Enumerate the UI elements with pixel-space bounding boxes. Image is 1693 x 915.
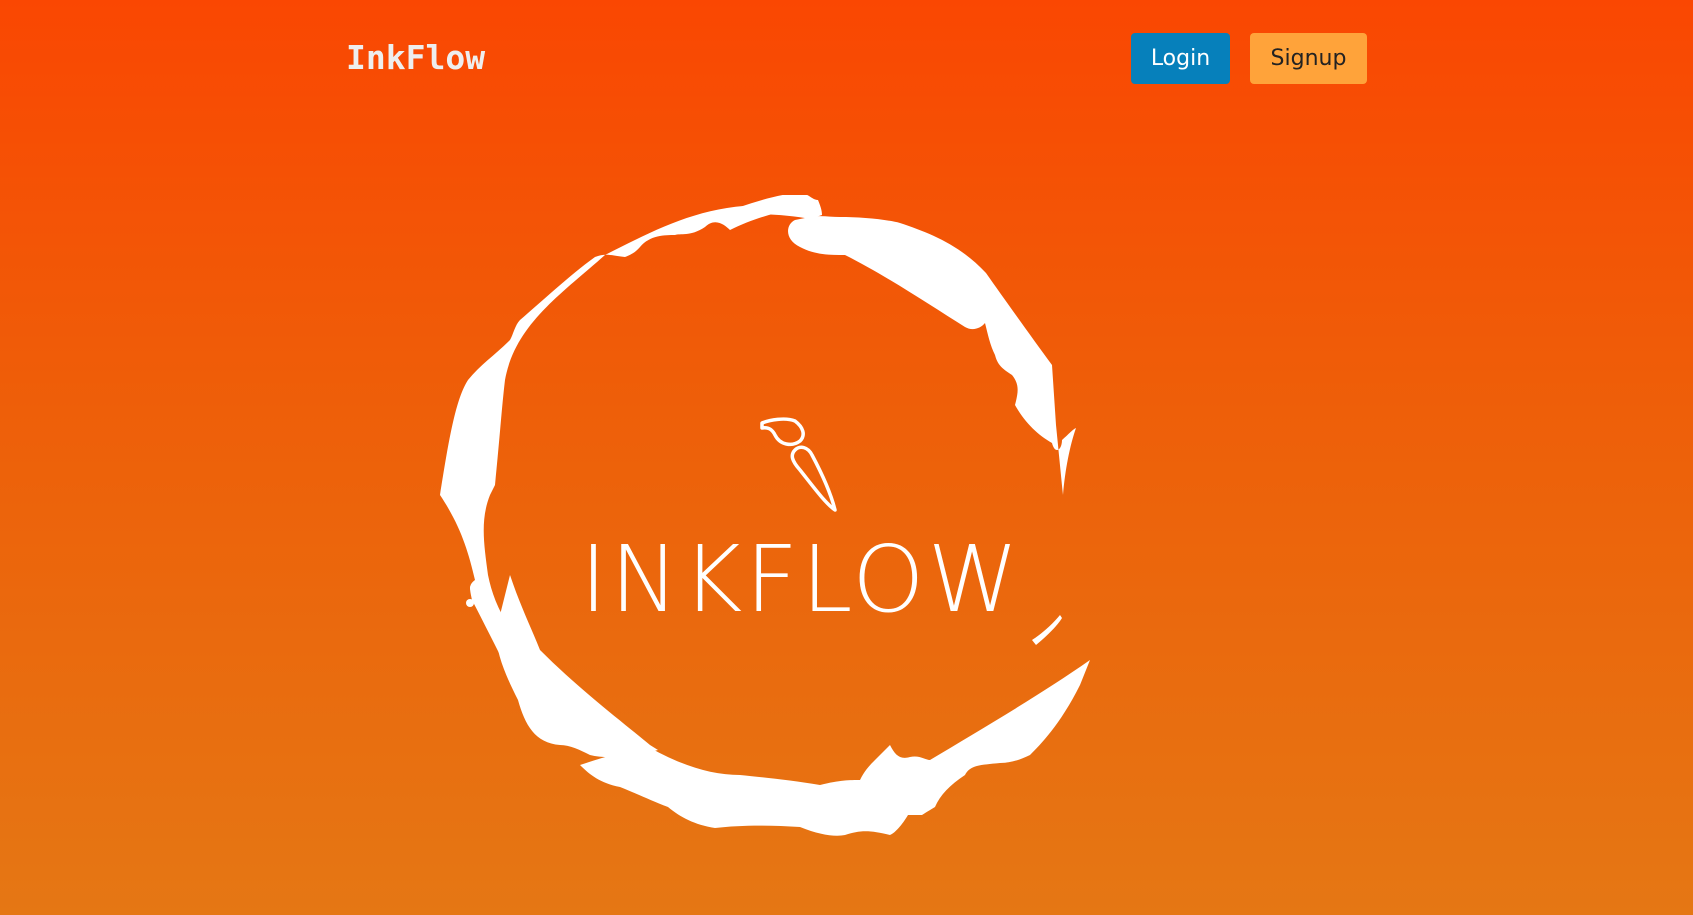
navbar: InkFlow Login Signup <box>0 0 1693 120</box>
brand-logo-link[interactable]: InkFlow <box>346 38 485 78</box>
login-button[interactable]: Login <box>1131 33 1230 84</box>
logo-wordmark: INKFLOW <box>580 526 1022 633</box>
hero-logo: INKFLOW <box>440 195 1160 855</box>
signup-button[interactable]: Signup <box>1250 33 1367 84</box>
